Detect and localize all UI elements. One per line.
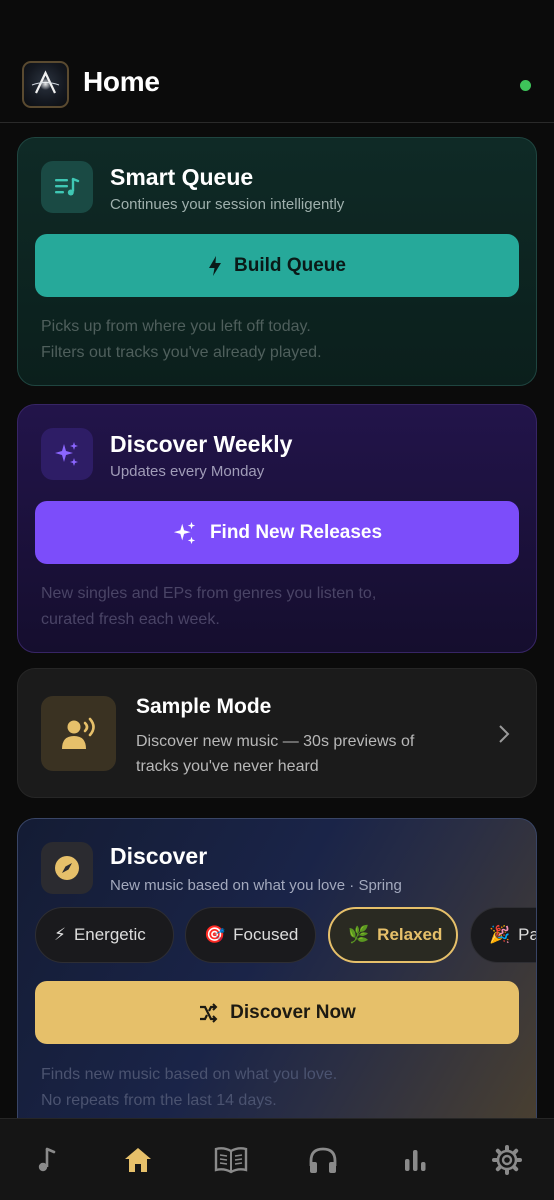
compass-icon [41,842,93,894]
target-icon: 🎯 [204,925,226,944]
tab-settings[interactable] [461,1119,553,1200]
discover-desc-1: Finds new music based on what you love. [41,1066,338,1083]
queue-music-icon [41,161,93,213]
app-logo[interactable] [22,61,69,108]
shuffle-icon [200,1002,218,1023]
smart-queue-desc-1: Picks up from where you left off today. [41,318,311,335]
smart-queue-desc-2: Filters out tracks you've already played… [41,344,322,361]
library-icon [214,1147,248,1174]
find-new-releases-button[interactable]: Find New Releases [35,501,519,564]
build-queue-button[interactable]: Build Queue [35,234,519,297]
smart-queue-title: Smart Queue [110,164,254,190]
headphones-icon [309,1147,337,1173]
home-icon [125,1148,151,1172]
tab-library[interactable] [185,1119,277,1200]
tab-listen[interactable] [277,1119,369,1200]
mood-label: Relaxed [377,925,443,944]
mood-chip-party[interactable]: 🎉 Party [470,907,537,963]
smart-queue-subtitle: Continues your session intelligently [110,196,345,213]
tab-stats[interactable] [369,1119,461,1200]
sample-mode-desc-1: Discover new music — 30s previews of [136,733,415,750]
music-note-icon [38,1147,56,1172]
stats-icon [405,1150,426,1171]
find-new-releases-label: Find New Releases [209,521,383,543]
lightning-icon: ⚡ [54,925,66,944]
discover-title: Discover [110,843,208,869]
leaf-icon: 🌿 [348,925,370,944]
discover-now-button[interactable]: Discover Now [35,981,519,1044]
lightning-icon [209,255,222,276]
chevron-right-icon [499,725,510,743]
mood-chip-relaxed[interactable]: 🌿 Relaxed [328,907,458,963]
discover-weekly-desc-2: curated fresh each week. [41,611,220,628]
discover-desc-2: No repeats from the last 14 days. [41,1092,277,1109]
build-queue-label: Build Queue [234,254,346,276]
discover-weekly-subtitle: Updates every Monday [110,463,265,480]
page-title: Home [83,66,160,97]
connection-status-dot [520,80,531,91]
discover-weekly-title: Discover Weekly [110,431,293,457]
discover-weekly-desc-1: New singles and EPs from genres you list… [41,585,377,602]
sparkles-icon [173,521,196,544]
discover-card: Discover New music based on what you lov… [17,818,537,1138]
listener-icon [41,696,116,771]
mood-label: Energetic [73,925,146,944]
discover-subtitle: New music based on what you love · Sprin… [110,877,402,894]
mood-label: Focused [233,925,299,944]
mood-chip-focused[interactable]: 🎯 Focused [185,907,316,963]
tab-player[interactable] [0,1119,92,1200]
sample-mode-title: Sample Mode [136,695,272,718]
mood-chip-energetic[interactable]: ⚡ Energetic [35,907,174,963]
sparkles-icon [41,428,93,480]
tab-home[interactable] [92,1119,184,1200]
party-popper-icon: 🎉 [489,925,511,944]
discover-now-label: Discover Now [230,1001,356,1023]
app-header: Home [0,0,554,123]
smart-queue-card: Smart Queue Continues your session intel… [17,137,537,386]
discover-weekly-card: Discover Weekly Updates every Monday Fin… [17,404,537,653]
bottom-tab-bar [0,1118,554,1200]
mood-label: Party [518,925,537,944]
settings-icon [492,1145,522,1175]
sample-mode-card[interactable]: Sample Mode Discover new music — 30s pre… [17,668,537,798]
sample-mode-desc-2: tracks you've never heard [136,758,319,775]
